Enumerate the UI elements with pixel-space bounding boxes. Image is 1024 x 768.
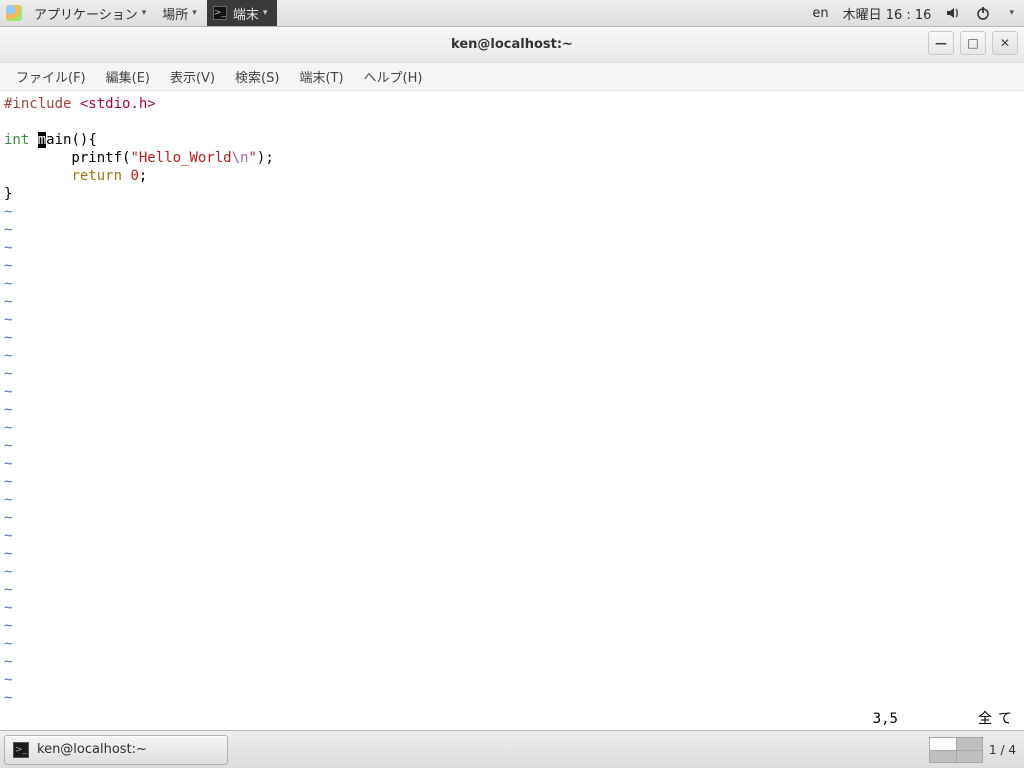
indent [4, 168, 71, 184]
vim-tilde: ~ [4, 474, 12, 490]
vim-tilde: ~ [4, 600, 12, 616]
vim-tilde: ~ [4, 384, 12, 400]
menu-view[interactable]: 表示(V) [160, 67, 225, 86]
vim-tilde: ~ [4, 582, 12, 598]
vim-tilde: ~ [4, 330, 12, 346]
workspace-label: 1 / 4 [989, 743, 1016, 757]
vim-tilde: ~ [4, 276, 12, 292]
terminal-window: ken@localhost:~ — □ ✕ ファイル(F) 編集(E) 表示(V… [0, 27, 1024, 730]
vim-tilde: ~ [4, 456, 12, 472]
tok-header: <stdio.h> [80, 96, 156, 112]
taskbar-label: ken@localhost:~ [37, 742, 147, 757]
tok-printf-post: ); [257, 150, 274, 166]
minimize-button[interactable]: — [928, 31, 954, 55]
tok-include: #include [4, 96, 71, 112]
vim-tilde: ~ [4, 564, 12, 580]
vim-tilde: ~ [4, 222, 12, 238]
vim-tilde: ~ [4, 528, 12, 544]
tok-string-close: " [248, 150, 256, 166]
vim-tilde: ~ [4, 348, 12, 364]
applications-label: アプリケーション [34, 4, 138, 23]
power-icon[interactable] [975, 5, 991, 21]
chevron-down-icon: ▾ [142, 8, 147, 18]
vim-cursor-pos: 3,5 [873, 710, 898, 728]
tok-return: return [71, 168, 122, 184]
vim-status-line: 3,5 全て [873, 710, 1018, 728]
vim-tilde: ~ [4, 240, 12, 256]
terminal-icon: >_ [13, 742, 29, 758]
tok-string: "Hello_World [130, 150, 231, 166]
window-title: ken@localhost:~ [451, 37, 573, 52]
vim-tilde: ~ [4, 258, 12, 274]
workspace-switcher[interactable] [929, 737, 983, 763]
gnome-logo-icon [6, 5, 22, 21]
menu-terminal[interactable]: 端末(T) [289, 67, 353, 86]
vim-tilde: ~ [4, 654, 12, 670]
vim-tilde: ~ [4, 546, 12, 562]
menu-edit[interactable]: 編集(E) [96, 67, 160, 86]
vim-tilde: ~ [4, 294, 12, 310]
vim-tilde: ~ [4, 366, 12, 382]
vim-tilde: ~ [4, 204, 12, 220]
terminal-menubar: ファイル(F) 編集(E) 表示(V) 検索(S) 端末(T) ヘルプ(H) [0, 63, 1024, 91]
cursor-block: m [38, 132, 46, 148]
input-language-indicator[interactable]: en [812, 6, 828, 21]
menu-help[interactable]: ヘルプ(H) [354, 67, 433, 86]
vim-tilde: ~ [4, 438, 12, 454]
vim-tilde: ~ [4, 636, 12, 652]
running-app-label: 端末 [233, 4, 259, 23]
menu-search[interactable]: 検索(S) [225, 67, 289, 86]
clock-label[interactable]: 木曜日 16 : 16 [843, 4, 932, 23]
vim-tilde: ~ [4, 690, 12, 706]
tok-int: int [4, 132, 29, 148]
applications-menu[interactable]: アプリケーション ▾ [26, 0, 154, 26]
gnome-top-panel: アプリケーション ▾ 場所 ▾ >_ 端末 ▾ en 木曜日 16 : 16 ▾ [0, 0, 1024, 27]
chevron-down-icon: ▾ [1009, 8, 1014, 18]
vim-tilde: ~ [4, 510, 12, 526]
vim-tilde: ~ [4, 312, 12, 328]
maximize-button[interactable]: □ [960, 31, 986, 55]
window-titlebar[interactable]: ken@localhost:~ — □ ✕ [0, 27, 1024, 63]
menu-file[interactable]: ファイル(F) [6, 67, 96, 86]
running-terminal-indicator[interactable]: >_ 端末 ▾ [207, 0, 278, 26]
gnome-bottom-panel: >_ ken@localhost:~ 1 / 4 [0, 730, 1024, 768]
chevron-down-icon: ▾ [192, 8, 197, 18]
places-menu[interactable]: 場所 ▾ [154, 0, 205, 26]
volume-icon[interactable] [945, 5, 961, 21]
chevron-down-icon: ▾ [263, 8, 268, 18]
vim-scroll-pct: 全て [978, 710, 1018, 728]
places-label: 場所 [162, 4, 188, 23]
vim-editor-area[interactable]: #include <stdio.h> int main(){ printf("H… [0, 91, 1024, 730]
vim-tilde: ~ [4, 420, 12, 436]
tok-main-rest: ain(){ [46, 132, 97, 148]
tok-zero: 0 [130, 168, 138, 184]
taskbar-button-terminal[interactable]: >_ ken@localhost:~ [4, 735, 228, 765]
tok-brace: } [4, 186, 12, 202]
window-controls: — □ ✕ [928, 31, 1018, 55]
tok-printf-pre: printf( [4, 150, 130, 166]
vim-tilde: ~ [4, 492, 12, 508]
vim-tilde: ~ [4, 402, 12, 418]
panel-right-group: en 木曜日 16 : 16 ▾ [812, 4, 1018, 23]
close-button[interactable]: ✕ [992, 31, 1018, 55]
vim-tilde: ~ [4, 618, 12, 634]
tok-semi: ; [139, 168, 147, 184]
terminal-icon: >_ [213, 6, 227, 20]
tok-escape: \n [232, 150, 249, 166]
vim-tilde: ~ [4, 672, 12, 688]
